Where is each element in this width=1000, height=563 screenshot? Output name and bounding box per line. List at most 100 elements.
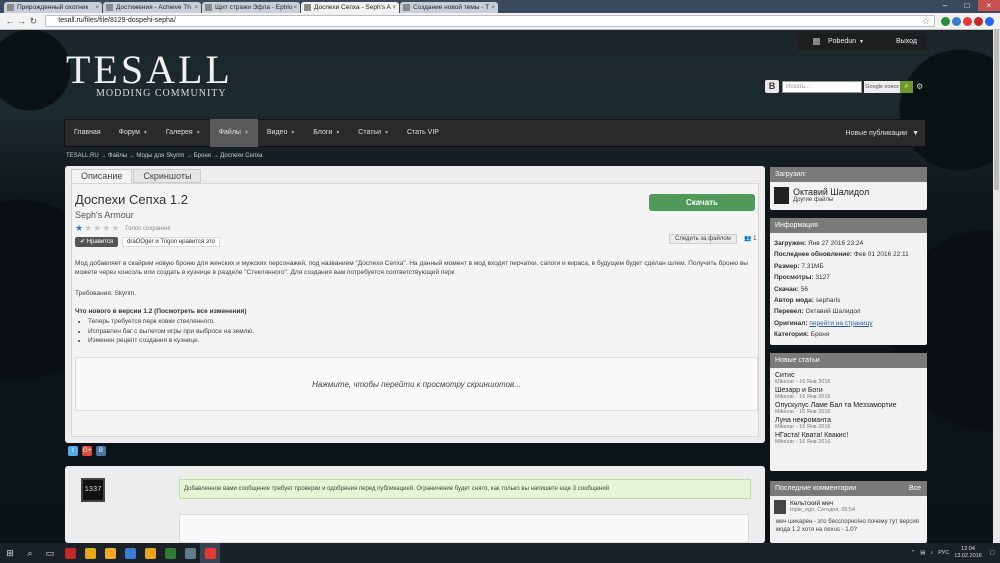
avatar[interactable]: [774, 500, 786, 514]
close-icon[interactable]: ×: [95, 5, 99, 11]
maximize-icon[interactable]: □: [956, 0, 978, 11]
whats-new-heading[interactable]: Что нового в версии 1.2 (Посмотреть все …: [75, 308, 246, 315]
taskbar-app-icon[interactable]: [100, 543, 120, 563]
list-item[interactable]: Опускулус Ламе Бал та Меззамортие Mikezar…: [775, 402, 922, 415]
nav-home[interactable]: Главная: [65, 119, 110, 147]
follow-button[interactable]: Следить за файлом: [669, 234, 737, 244]
extension-icon[interactable]: [962, 16, 972, 26]
original-link[interactable]: перейти на страницу: [809, 320, 872, 327]
browser-tab[interactable]: Щит стражи Эфла - Ephlo ×: [202, 2, 300, 13]
breadcrumb[interactable]: TESALL.RU → Файлы → Моды для Skyrim → Бр…: [66, 153, 262, 159]
likes-text[interactable]: draOOger и Trigon нравится это: [122, 237, 220, 247]
avatar[interactable]: [813, 38, 820, 45]
scrollbar[interactable]: [993, 30, 1000, 543]
network-icon[interactable]: ▤: [920, 550, 925, 556]
vk-share-icon[interactable]: B: [96, 446, 106, 456]
article-title[interactable]: Опускулус Ламе Бал та Меззамортие: [775, 402, 922, 409]
user-menu[interactable]: Pobedun: [828, 38, 856, 45]
forward-icon[interactable]: →: [16, 16, 28, 26]
followers-number: 1: [753, 236, 757, 242]
moderation-notice: Добавленное вами сообщение требует прове…: [179, 479, 751, 499]
notifications-icon[interactable]: ▢: [990, 550, 995, 556]
search-button[interactable]: ⌕: [900, 80, 913, 93]
taskbar-app-icon[interactable]: [80, 543, 100, 563]
taskbar-app-icon-active[interactable]: [200, 543, 220, 563]
star-icon[interactable]: ★: [75, 223, 83, 234]
nav-articles[interactable]: Статьи ▼: [349, 119, 398, 147]
like-button[interactable]: ✔ Нравится: [75, 237, 119, 247]
all-comments-link[interactable]: Все: [909, 481, 921, 496]
star-icon[interactable]: ★: [93, 223, 101, 234]
extension-icon[interactable]: [984, 16, 994, 26]
taskbar-app-icon[interactable]: [180, 543, 200, 563]
vk-icon[interactable]: B: [765, 80, 779, 93]
search-engine-label[interactable]: Google поиск: [864, 80, 900, 93]
clock[interactable]: 12:04 13.02.2016: [954, 546, 982, 560]
close-icon[interactable]: ×: [491, 5, 495, 11]
twitter-icon[interactable]: t: [68, 446, 78, 456]
close-icon[interactable]: ×: [194, 5, 198, 11]
nav-video[interactable]: Видео ▼: [258, 119, 304, 147]
taskbar-app-icon[interactable]: [120, 543, 140, 563]
nav-forum[interactable]: Форум ▼: [110, 119, 157, 147]
close-window-icon[interactable]: ×: [978, 0, 1000, 11]
list-item[interactable]: Шезарр и Боги Mikezar - 16 Янв 2016: [775, 387, 922, 400]
back-icon[interactable]: ←: [4, 16, 16, 26]
article-title[interactable]: Луна некроманта: [775, 417, 922, 424]
tab-screenshots[interactable]: Скриншоты: [133, 169, 202, 183]
new-posts-link[interactable]: Новые публикации ▼: [846, 130, 925, 137]
article-title[interactable]: Ситис: [775, 372, 922, 379]
extension-icon[interactable]: [940, 16, 950, 26]
task-view-icon[interactable]: ▭: [40, 543, 60, 563]
list-item[interactable]: Ситис Mikezar - 16 Янв 2016: [775, 372, 922, 385]
tab-description[interactable]: Описание: [71, 169, 133, 183]
comment-editor[interactable]: [179, 514, 749, 543]
browser-tab-active[interactable]: Доспехи Сепха - Seph's A ×: [301, 2, 399, 13]
rating-stars[interactable]: ★ ★ ★ ★ ★ Голос сохранен!: [75, 223, 171, 234]
star-icon[interactable]: ★: [84, 223, 92, 234]
url-field[interactable]: tesall.ru/files/file/8129-dospehi-sepha/…: [45, 15, 935, 27]
list-item[interactable]: НГаста! Квата! Квакис! Mikezar - 16 Янв 2…: [775, 432, 922, 445]
article-title[interactable]: Шезарр и Боги: [775, 387, 922, 394]
extension-icon[interactable]: [951, 16, 961, 26]
site-logo[interactable]: TESALL: [66, 50, 233, 90]
avatar[interactable]: [774, 187, 789, 204]
screenshots-link[interactable]: Нажмите, чтобы перейти к просмотру скрин…: [75, 357, 758, 411]
extensions: [940, 16, 996, 26]
close-icon[interactable]: ×: [392, 5, 396, 11]
language-indicator[interactable]: РУС: [938, 550, 949, 556]
tray-chevron-icon[interactable]: ⌃: [911, 550, 916, 556]
taskbar-app-icon[interactable]: [160, 543, 180, 563]
nav-blogs[interactable]: Блоги ▼: [304, 119, 349, 147]
comment-title[interactable]: Кельтский меч: [790, 500, 855, 507]
download-button[interactable]: Скачать: [649, 194, 755, 211]
search-input[interactable]: Искать...: [782, 80, 862, 93]
uploader-name[interactable]: Октавий Шалидол: [793, 187, 869, 197]
nav-vip[interactable]: Стать VIP: [398, 119, 448, 147]
browser-tab[interactable]: Создание новой темы - T ×: [400, 2, 498, 13]
taskbar-app-icon[interactable]: [140, 543, 160, 563]
logout-link[interactable]: Выход: [896, 38, 917, 45]
minimize-icon[interactable]: –: [934, 0, 956, 11]
search-icon[interactable]: ⌕: [20, 543, 40, 563]
list-item[interactable]: Луна некроманта Mikezar - 16 Янв 2016: [775, 417, 922, 430]
star-icon[interactable]: ★: [111, 223, 119, 234]
browser-tab[interactable]: Достижения - Achieve Th ×: [103, 2, 201, 13]
extension-icon[interactable]: [973, 16, 983, 26]
scrollbar-thumb[interactable]: [994, 30, 999, 190]
followers-count[interactable]: 👥 1: [744, 235, 756, 242]
start-windows-icon[interactable]: ⊞: [0, 543, 20, 563]
star-icon[interactable]: ★: [102, 223, 110, 234]
reload-icon[interactable]: ↻: [28, 16, 40, 27]
article-title[interactable]: НГаста! Квата! Квакис!: [775, 432, 922, 439]
google-plus-icon[interactable]: G+: [82, 446, 92, 456]
other-files-link[interactable]: Другие файлы: [793, 197, 869, 203]
bookmark-star-icon[interactable]: ☆: [922, 16, 930, 26]
nav-gallery[interactable]: Галерея ▼: [157, 119, 210, 147]
taskbar-app-icon[interactable]: [60, 543, 80, 563]
nav-files[interactable]: Файлы ▼: [209, 119, 258, 147]
gear-icon[interactable]: ⚙: [916, 82, 923, 91]
browser-tab[interactable]: Прирожденный охотник ×: [4, 2, 102, 13]
close-icon[interactable]: ×: [293, 5, 297, 11]
volume-icon[interactable]: ♪: [931, 550, 934, 556]
